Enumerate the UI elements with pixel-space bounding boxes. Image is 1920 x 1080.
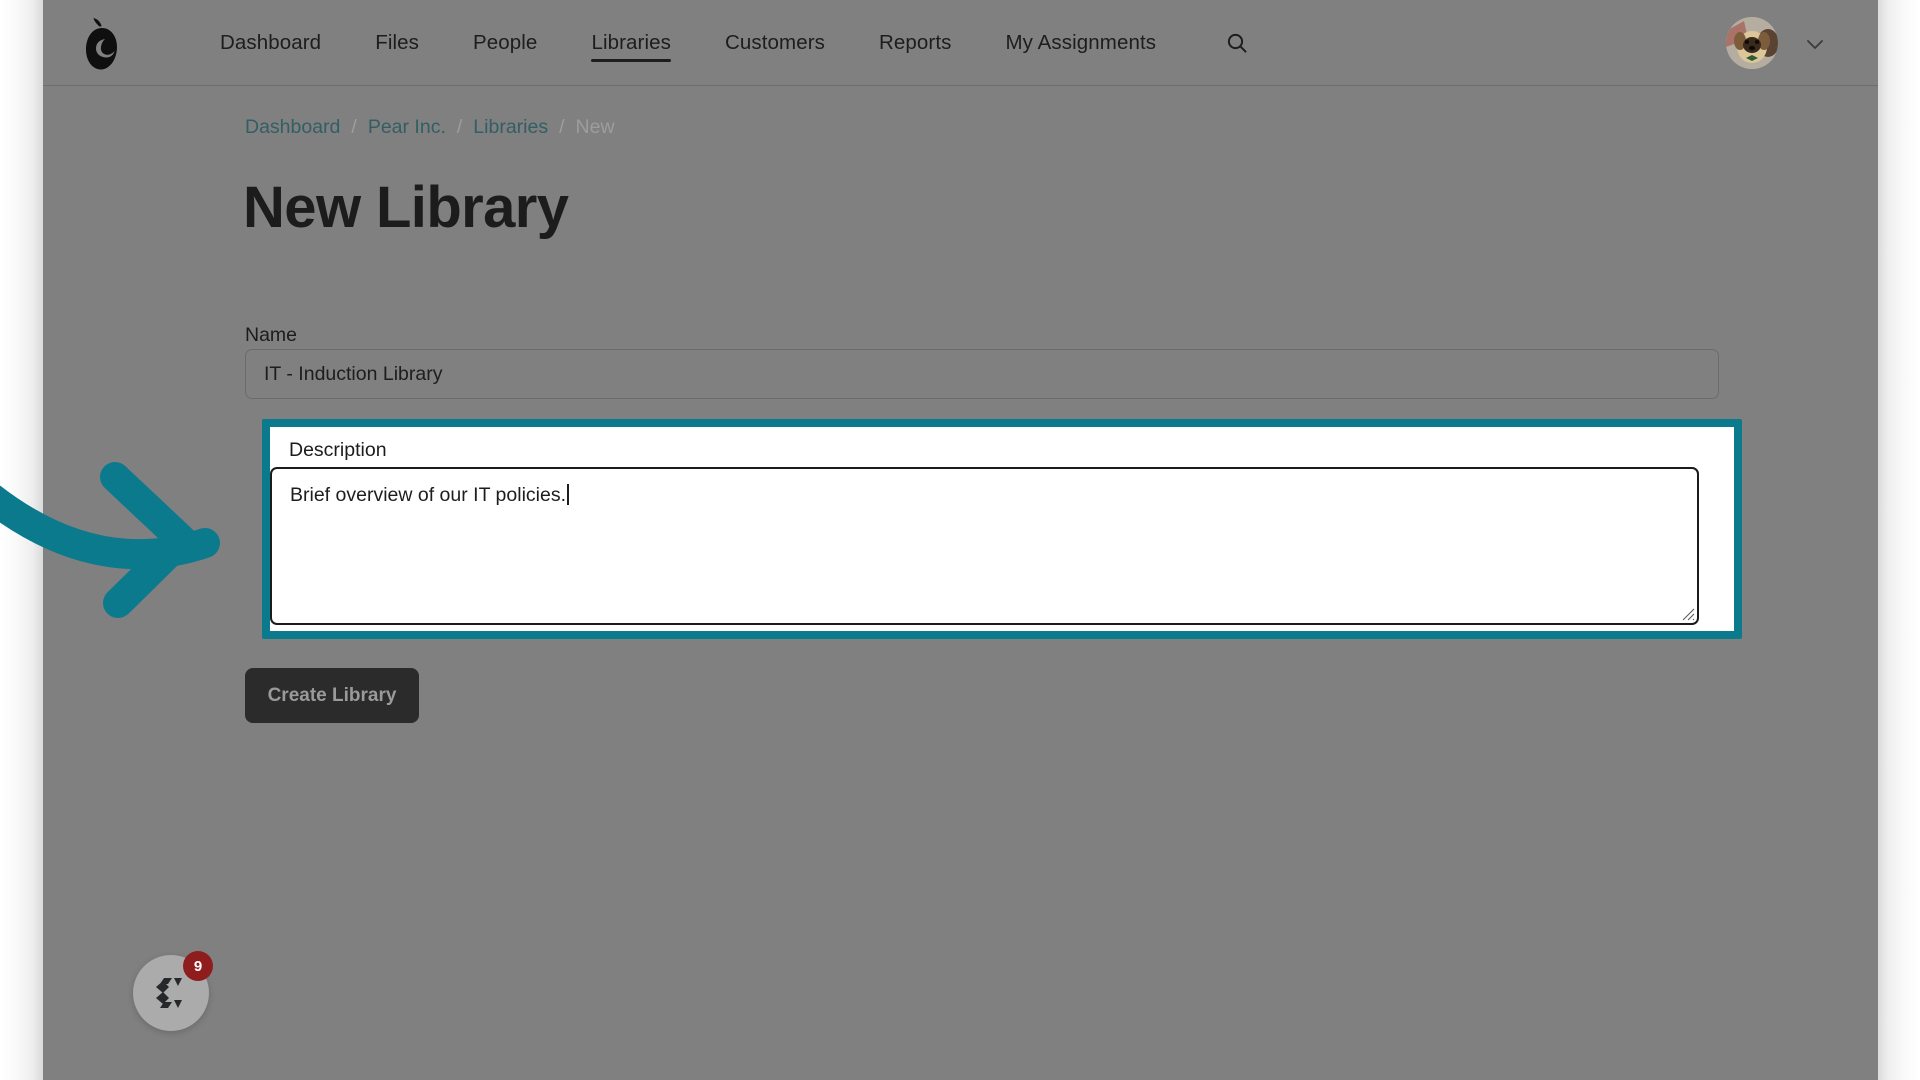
breadcrumb-item-dashboard[interactable]: Dashboard: [245, 116, 340, 139]
breadcrumb-separator: /: [351, 116, 357, 138]
left-gutter: [0, 0, 43, 1080]
page-title: New Library: [243, 175, 569, 240]
breadcrumb-separator: /: [559, 116, 565, 138]
name-input[interactable]: [245, 349, 1719, 399]
pear-logo-icon[interactable]: [73, 16, 129, 72]
nav-item-people[interactable]: People: [446, 0, 564, 86]
help-widget-badge: 9: [183, 951, 213, 981]
screenshot-root: Dashboard Files People Libraries Custome…: [0, 0, 1920, 1080]
nav-links: Dashboard Files People Libraries Custome…: [193, 0, 1183, 86]
nav-item-files[interactable]: Files: [348, 0, 446, 86]
name-field-label: Name: [245, 324, 298, 346]
application-page: Dashboard Files People Libraries Custome…: [43, 0, 1878, 1080]
user-avatar-dog-photo: [1726, 17, 1778, 69]
nav-item-dashboard[interactable]: Dashboard: [193, 0, 348, 86]
top-navigation-bar: Dashboard Files People Libraries Custome…: [43, 0, 1878, 86]
nav-item-my-assignments[interactable]: My Assignments: [978, 0, 1183, 86]
right-gutter: [1878, 0, 1920, 1080]
breadcrumb-item-new: New: [575, 116, 615, 138]
breadcrumb-item-libraries[interactable]: Libraries: [473, 116, 548, 139]
search-icon: [1227, 33, 1247, 53]
account-menu-button[interactable]: [1804, 33, 1826, 55]
nav-item-reports[interactable]: Reports: [852, 0, 978, 86]
breadcrumb-separator: /: [456, 116, 463, 138]
search-button[interactable]: [1205, 0, 1269, 86]
help-chat-widget[interactable]: 9: [133, 951, 213, 1031]
description-textarea[interactable]: [270, 467, 1699, 625]
create-library-button[interactable]: Create Library: [245, 668, 419, 723]
chevron-down-icon: [1807, 40, 1823, 49]
nav-item-libraries[interactable]: Libraries: [564, 0, 698, 86]
nav-item-customers[interactable]: Customers: [698, 0, 852, 86]
avatar[interactable]: [1726, 17, 1778, 69]
description-field-label: Description: [289, 439, 387, 461]
breadcrumb-item-pear-inc[interactable]: Pear Inc.: [368, 116, 446, 139]
breadcrumb: Dashboard / Pear Inc. / Libraries / New: [245, 116, 615, 139]
description-highlight-frame: Description Brief overview of our IT pol…: [262, 419, 1742, 639]
